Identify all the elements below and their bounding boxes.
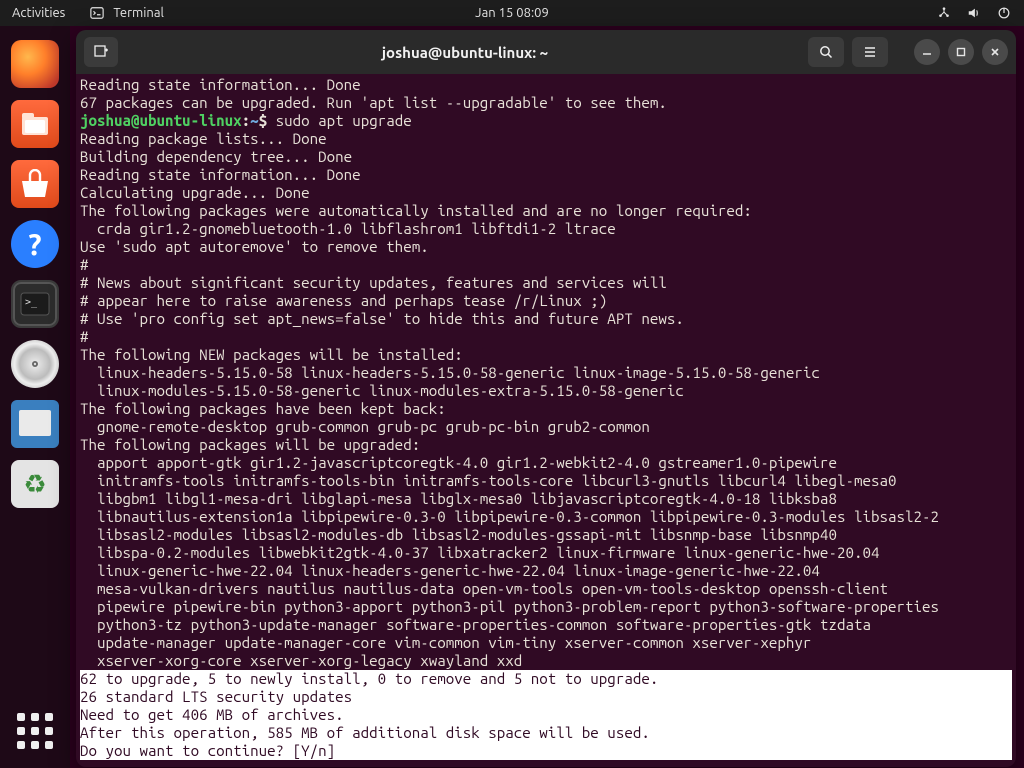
power-icon[interactable] [996, 5, 1012, 21]
svg-text:>_: >_ [25, 297, 38, 308]
show-applications[interactable] [14, 710, 56, 752]
dock-help[interactable]: ? [11, 220, 59, 268]
selected-text: 62 to upgrade, 5 to newly install, 0 to … [80, 670, 1012, 760]
dock-disc[interactable] [11, 340, 59, 388]
maximize-button[interactable] [948, 39, 974, 65]
dock-trash[interactable]: ♻ [11, 460, 59, 508]
terminal-output[interactable]: Reading state information... Done 67 pac… [76, 74, 1016, 767]
new-tab-button[interactable] [84, 37, 118, 67]
dock-terminal[interactable]: >_ [11, 280, 59, 328]
clock[interactable]: Jan 15 08:09 [475, 6, 549, 20]
dock-files[interactable] [11, 100, 59, 148]
terminal-titlebar: joshua@ubuntu-linux: ~ [76, 30, 1016, 74]
close-button[interactable] [982, 39, 1008, 65]
minimize-button[interactable] [914, 39, 940, 65]
ubuntu-dock: ? >_ ♻ [0, 26, 70, 768]
volume-icon[interactable] [966, 5, 982, 21]
activities-button[interactable]: Activities [12, 6, 65, 20]
active-app-menu[interactable]: Terminal [89, 5, 164, 21]
search-button[interactable] [808, 37, 844, 67]
network-icon[interactable] [936, 5, 952, 21]
dock-save-icon[interactable] [11, 400, 59, 448]
terminal-window: joshua@ubuntu-linux: ~ Reading state inf… [76, 30, 1016, 767]
dock-software[interactable] [11, 160, 59, 208]
hamburger-menu[interactable] [852, 37, 888, 67]
active-app-label: Terminal [113, 6, 164, 20]
terminal-menu-icon [89, 5, 105, 21]
window-title: joshua@ubuntu-linux: ~ [122, 44, 808, 61]
gnome-top-panel: Activities Terminal Jan 15 08:09 [0, 0, 1024, 26]
dock-firefox[interactable] [11, 40, 59, 88]
